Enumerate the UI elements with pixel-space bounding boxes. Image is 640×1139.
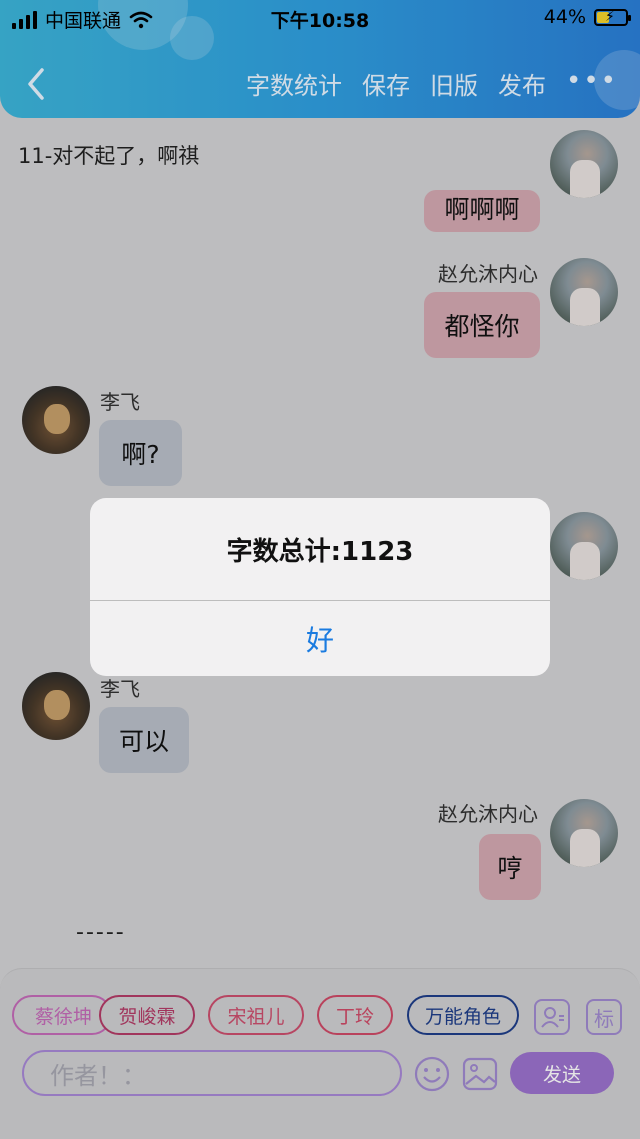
alert-dialog: 字数总计:1123 好 <box>90 498 550 676</box>
dialog-ok-button[interactable]: 好 <box>90 601 550 676</box>
dialog-message: 字数总计:1123 <box>226 536 414 567</box>
